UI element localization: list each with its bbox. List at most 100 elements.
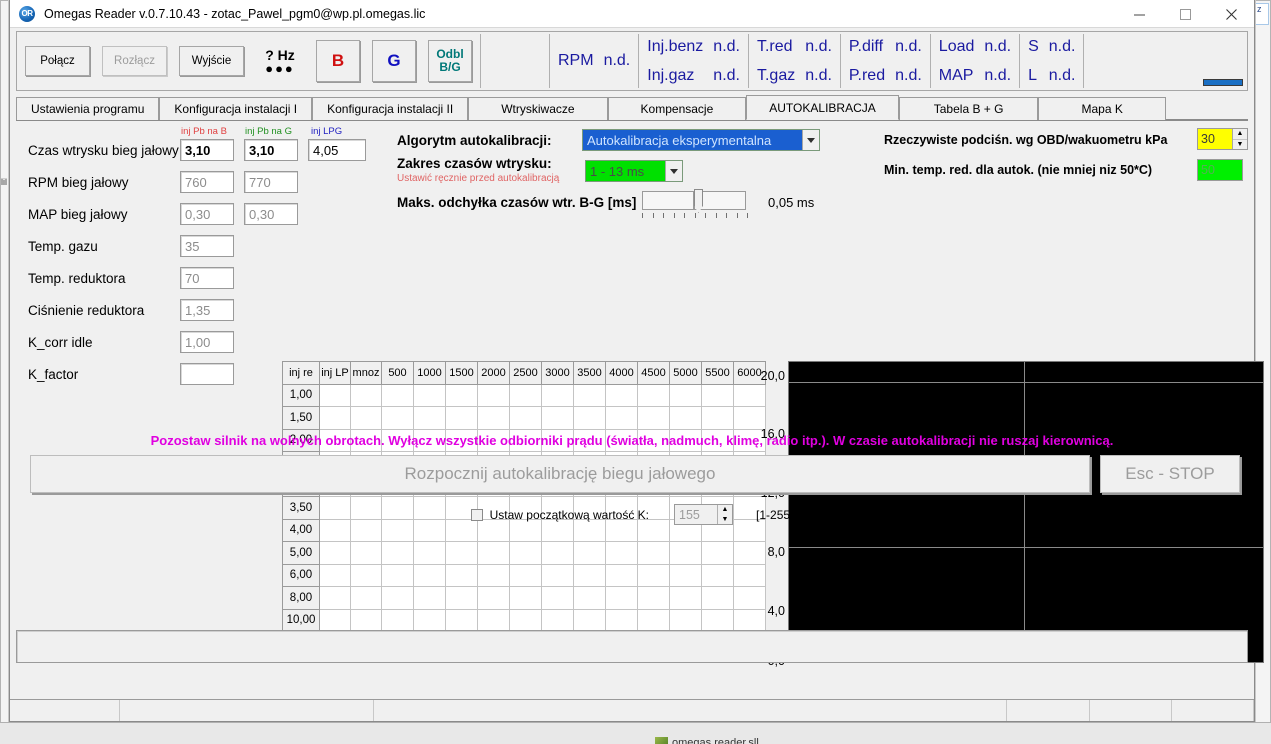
table-cell[interactable] [445,541,478,565]
table-cell[interactable] [509,406,542,430]
table-cell[interactable] [413,563,446,587]
tab-ustawienia-programu[interactable]: Ustawienia programu [16,97,160,120]
table-cell[interactable] [413,541,446,565]
gas-mode-button[interactable]: G [372,40,416,82]
table-cell[interactable] [701,586,734,610]
input-rpm-b[interactable] [180,171,234,193]
tab-mapa-k[interactable]: Mapa K [1038,97,1166,120]
table-cell[interactable] [637,586,670,610]
start-calibration-button[interactable]: Rozpocznij autokalibrację biegu jałowego [30,455,1090,493]
table-row-header[interactable]: 1,50 [282,406,320,430]
input-map-b[interactable] [180,203,234,225]
table-cell[interactable] [350,383,382,407]
col-2000[interactable]: 2000 [477,361,510,385]
table-cell[interactable] [637,406,670,430]
table-cell[interactable] [413,586,446,610]
table-cell[interactable] [381,406,414,430]
spin-up-icon-2[interactable]: ▲ [718,505,732,515]
table-cell[interactable] [605,586,638,610]
initial-k-spinner[interactable]: 155 ▲ ▼ [674,504,734,525]
spin-up-icon[interactable]: ▲ [1233,129,1247,140]
table-cell[interactable] [477,586,510,610]
table-cell[interactable] [319,586,351,610]
maximize-icon[interactable] [1162,0,1208,28]
connect-button[interactable]: Połącz [25,46,90,76]
spin-down-icon-2[interactable]: ▼ [718,515,732,525]
input-czas-wtrysku-g[interactable] [244,139,298,161]
spin-down-icon[interactable]: ▼ [1233,140,1247,150]
table-cell[interactable] [413,406,446,430]
table-row-header[interactable]: 1,00 [282,383,320,407]
table-cell[interactable] [319,383,351,407]
input-rpm-g[interactable] [244,171,298,193]
col-2500[interactable]: 2500 [509,361,542,385]
col-4000[interactable]: 4000 [605,361,638,385]
deviation-slider[interactable] [642,189,752,218]
table-row-header[interactable]: 8,00 [282,586,320,610]
table-cell[interactable] [701,563,734,587]
table-cell[interactable] [669,563,702,587]
input-temp-gazu[interactable] [180,235,234,257]
table-cell[interactable] [637,608,670,632]
obd-pressure-spin-buttons[interactable]: ▲ ▼ [1232,129,1247,149]
table-cell[interactable] [350,608,382,632]
table-cell[interactable] [509,586,542,610]
table-cell[interactable] [605,541,638,565]
table-cell[interactable] [541,563,574,587]
table-cell[interactable] [637,541,670,565]
table-cell[interactable] [701,406,734,430]
tab-kompensacje[interactable]: Kompensacje [607,97,747,120]
exit-button[interactable]: Wyjście [179,46,244,76]
col-4500[interactable]: 4500 [637,361,670,385]
min-temp-value[interactable]: 50 [1197,159,1243,181]
table-cell[interactable] [381,586,414,610]
table-cell[interactable] [541,383,574,407]
table-row-header[interactable]: 10,00 [282,608,320,632]
table-cell[interactable] [381,563,414,587]
table-cell[interactable] [509,541,542,565]
petrol-mode-button[interactable]: B [316,40,360,82]
table-cell[interactable] [381,541,414,565]
table-cell[interactable] [381,608,414,632]
table-cell[interactable] [541,541,574,565]
tab-konfiguracja-instalacji-i[interactable]: Konfiguracja instalacji I [159,97,313,120]
table-cell[interactable] [477,406,510,430]
input-k-corr-idle[interactable] [180,331,234,353]
col-inj-re[interactable]: inj re [282,361,320,385]
background-right-tab[interactable]: z [1256,3,1269,25]
input-map-g[interactable] [244,203,298,225]
table-cell[interactable] [509,383,542,407]
stop-button[interactable]: Esc - STOP [1100,455,1240,493]
table-cell[interactable] [319,563,351,587]
table-cell[interactable] [319,541,351,565]
minimize-icon[interactable] [1116,0,1162,28]
table-cell[interactable] [669,608,702,632]
range-select[interactable]: 1 - 13 ms [585,160,683,182]
table-row-header[interactable]: 5,00 [282,541,320,565]
tab-konfiguracja-instalacji-ii[interactable]: Konfiguracja instalacji II [312,97,469,120]
col-1500[interactable]: 1500 [445,361,478,385]
input-cisnienie-reduktora[interactable] [180,299,234,321]
obd-pressure-value[interactable]: 30 [1198,129,1232,149]
col-5500[interactable]: 5500 [701,361,734,385]
table-cell[interactable] [477,563,510,587]
table-cell[interactable] [445,586,478,610]
input-k-factor[interactable] [180,363,234,385]
input-czas-wtrysku-lpg[interactable] [308,139,366,161]
table-cell[interactable] [541,406,574,430]
col-inj-lp[interactable]: inj LP [319,361,351,385]
table-cell[interactable] [445,383,478,407]
table-cell[interactable] [477,541,510,565]
table-cell[interactable] [701,541,734,565]
table-cell[interactable] [477,383,510,407]
table-cell[interactable] [605,608,638,632]
table-cell[interactable] [669,541,702,565]
table-cell[interactable] [445,406,478,430]
table-cell[interactable] [381,383,414,407]
checkbox-set-initial-k[interactable] [470,508,483,521]
col-3000[interactable]: 3000 [541,361,574,385]
table-cell[interactable] [701,608,734,632]
col-500[interactable]: 500 [381,361,414,385]
table-cell[interactable] [413,383,446,407]
table-cell[interactable] [413,608,446,632]
